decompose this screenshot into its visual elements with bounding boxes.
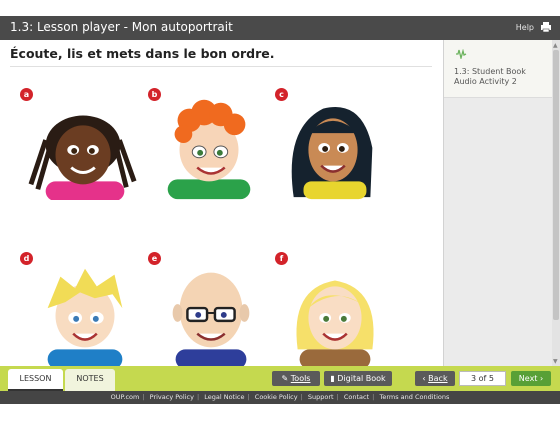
face-f-illustration <box>296 280 374 366</box>
face-c-illustration <box>291 106 373 200</box>
divider <box>10 66 432 67</box>
tab-notes[interactable]: NOTES <box>65 369 115 391</box>
scroll-up-icon[interactable]: ▲ <box>553 42 558 49</box>
window-title: 1.3: Lesson player - Mon autoportrait <box>10 20 233 34</box>
audio-resource-item[interactable]: 1.3: Student Book Audio Activity 2 <box>444 40 552 98</box>
face-a-illustration <box>28 115 137 200</box>
footer-link-privacy[interactable]: Privacy Policy <box>150 393 194 401</box>
next-button[interactable]: Next › <box>511 371 551 386</box>
help-link[interactable]: Help <box>516 23 534 32</box>
face-d-illustration <box>47 268 123 366</box>
footer: OUP.com | Privacy Policy | Legal Notice | C… <box>0 391 560 404</box>
back-button[interactable]: ‹ Back <box>415 371 455 386</box>
tools-button[interactable]: ✎ Tools <box>272 371 320 386</box>
bottom-toolbar: LESSON NOTES ✎ Tools ▮ Digital Book ‹ Ba… <box>0 366 560 391</box>
chevron-right-icon: › <box>537 374 544 383</box>
next-label: Next <box>518 374 538 383</box>
resource-panel: 1.3: Student Book Audio Activity 2 <box>443 40 552 366</box>
tools-label: Tools <box>290 374 311 383</box>
panel-scrollbar[interactable]: ▲ ▼ <box>552 40 560 366</box>
footer-link-contact[interactable]: Contact <box>344 393 369 401</box>
face-e-illustration <box>172 272 250 366</box>
face-b-illustration <box>167 99 251 200</box>
audio-resource-label: 1.3: Student Book Audio Activity 2 <box>454 67 526 86</box>
title-bar: 1.3: Lesson player - Mon autoportrait He… <box>0 16 560 40</box>
digital-book-label: Digital Book <box>337 374 386 383</box>
footer-link-support[interactable]: Support <box>308 393 334 401</box>
lesson-content: Écoute, lis et mets dans le bon ordre. a… <box>0 40 443 366</box>
back-label: Back <box>428 374 448 383</box>
footer-link-cookie[interactable]: Cookie Policy <box>255 393 298 401</box>
footer-link-oup[interactable]: OUP.com <box>111 393 140 401</box>
print-icon[interactable] <box>540 21 552 33</box>
scroll-down-icon[interactable]: ▼ <box>553 358 558 365</box>
footer-link-terms[interactable]: Terms and Conditions <box>379 393 449 401</box>
scrollbar-thumb[interactable] <box>553 50 559 320</box>
footer-link-legal[interactable]: Legal Notice <box>204 393 244 401</box>
page-indicator[interactable]: 3 of 5 <box>459 371 506 386</box>
digital-book-button[interactable]: ▮ Digital Book <box>324 371 392 386</box>
pencil-icon: ✎ <box>281 374 291 383</box>
activity-instruction: Écoute, lis et mets dans le bon ordre. <box>10 46 275 61</box>
audio-wave-icon <box>456 49 467 59</box>
tab-lesson[interactable]: LESSON <box>8 369 63 391</box>
